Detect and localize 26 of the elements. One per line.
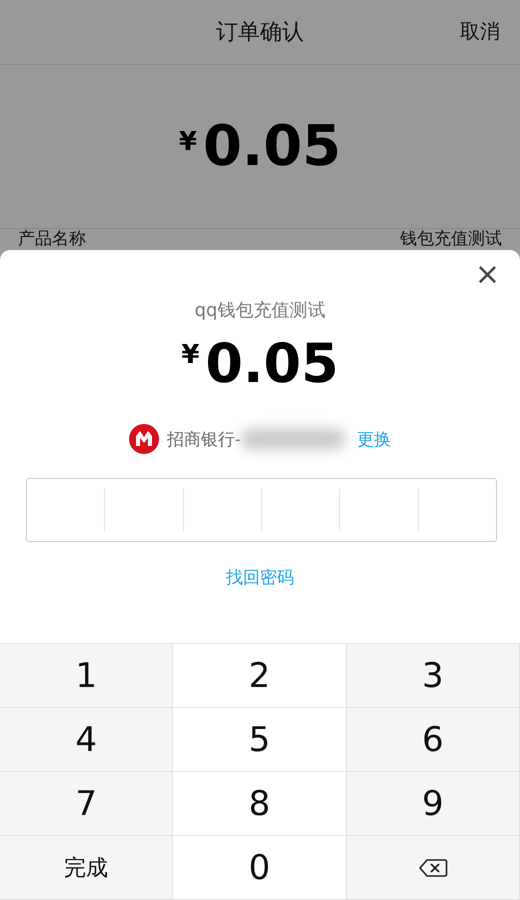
- row-value: 钱包充值测试: [400, 229, 502, 249]
- row-label: 产品名称: [18, 229, 86, 249]
- digit-key[interactable]: 7: [0, 772, 174, 836]
- close-button[interactable]: ×: [470, 260, 504, 290]
- payment-amount: 0.05: [205, 332, 339, 396]
- backspace-icon: [418, 858, 448, 878]
- done-key[interactable]: 完成: [0, 836, 174, 900]
- currency-symbol: ¥: [178, 127, 197, 157]
- digit-key[interactable]: 3: [346, 644, 520, 708]
- delete-key[interactable]: [346, 836, 520, 900]
- digit-key[interactable]: 5: [173, 708, 347, 772]
- order-amount: 0.05: [202, 114, 342, 179]
- product-name: qq钱包充值测试: [194, 299, 326, 322]
- page-title: 订单确认: [216, 19, 304, 47]
- digit-key[interactable]: 2: [173, 644, 347, 708]
- digit-key[interactable]: 1: [0, 644, 174, 708]
- digit-key[interactable]: 0: [173, 836, 347, 900]
- cancel-link[interactable]: 取消: [460, 18, 500, 45]
- password-field[interactable]: [26, 478, 497, 542]
- currency-symbol: ¥: [181, 340, 200, 372]
- digit-key[interactable]: 9: [346, 772, 520, 836]
- bank-name: 招商银行-: [166, 428, 242, 450]
- digit-key[interactable]: 8: [173, 772, 347, 836]
- digit-key[interactable]: 4: [0, 708, 174, 772]
- digit-key[interactable]: 6: [346, 708, 520, 772]
- bank-logo-icon: [128, 424, 159, 454]
